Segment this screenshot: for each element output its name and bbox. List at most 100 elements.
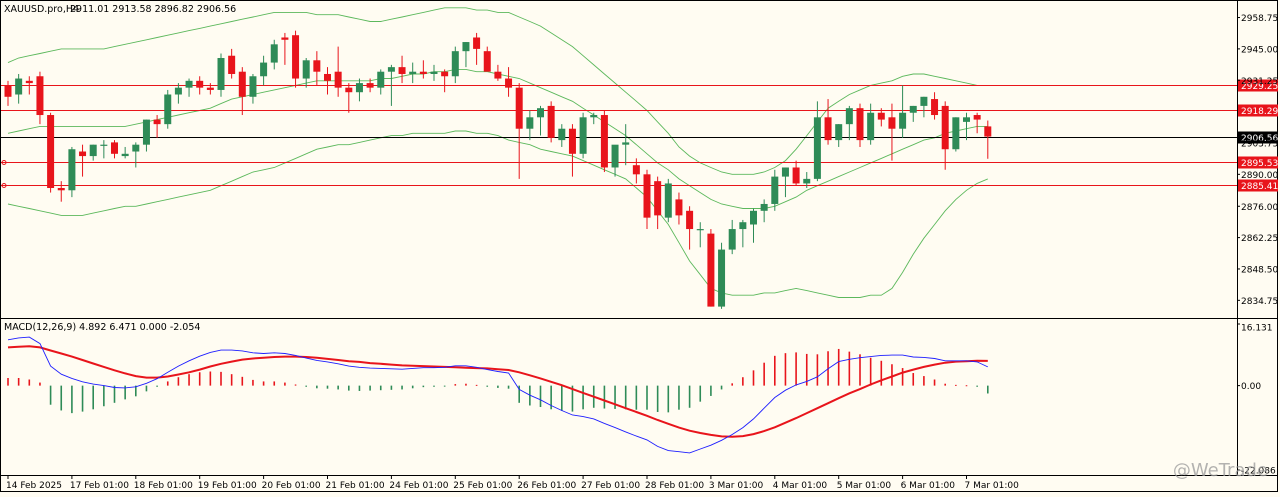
candle [920, 96, 928, 118]
candle [217, 53, 225, 97]
candle [174, 83, 182, 104]
candle [537, 105, 544, 136]
candle-body [473, 37, 481, 49]
bollinger-upper [7, 7, 988, 175]
candle-body [483, 51, 491, 72]
candle-body [79, 151, 87, 157]
candle [750, 208, 757, 243]
candle-body [622, 142, 630, 145]
time-tick-label: 27 Feb 01:00 [581, 481, 640, 491]
candle [654, 176, 662, 230]
candle-body [238, 71, 246, 97]
candle-body [675, 199, 683, 216]
candle-body [867, 112, 875, 141]
macd-pane[interactable] [7, 336, 989, 454]
time-axis: 14 Feb 2025 17 Feb 01:00 18 Feb 01:00 19 Fe… [6, 475, 1019, 491]
candle-body [462, 42, 470, 52]
candle-body [888, 117, 896, 129]
candle [473, 32, 481, 65]
candle [441, 69, 449, 93]
candle-body [739, 222, 747, 230]
candle-body [430, 71, 438, 74]
candle-body [302, 60, 310, 79]
candle [792, 160, 800, 186]
candle [377, 69, 385, 95]
candle-body [952, 117, 960, 150]
candle [931, 92, 939, 120]
candle-body [441, 71, 449, 77]
candle-body [824, 117, 832, 141]
candle [47, 112, 55, 193]
candle-body [515, 87, 523, 129]
candle [228, 48, 236, 79]
watermark-logo: @WeTrade [1172, 460, 1268, 481]
candle-body [526, 117, 534, 129]
candle [206, 83, 214, 95]
chart-canvas: 2929.252918.292895.532885.412906.562958.… [0, 0, 1278, 492]
candle-body [909, 105, 917, 113]
candle [813, 101, 821, 182]
candle-body [89, 144, 97, 157]
candle [686, 206, 694, 250]
candle-body [600, 115, 608, 168]
candle-body [409, 71, 417, 74]
candle-body [132, 144, 140, 152]
price-tick-label: 2862.25 [1241, 234, 1278, 244]
candle-body [185, 80, 193, 88]
candle [164, 89, 172, 129]
time-tick-label: 20 Feb 01:00 [262, 481, 321, 491]
candle-body [686, 210, 694, 230]
candle [643, 169, 651, 230]
candle-body [568, 128, 576, 154]
candle-body [707, 233, 715, 307]
candle [409, 62, 417, 84]
price-tick-label: 2834.75 [1241, 297, 1278, 307]
candle [675, 192, 683, 225]
candle-body [984, 126, 992, 137]
candle-body [121, 153, 129, 157]
chart-symbol-title: XAUUSD.pro,H4 [4, 4, 79, 15]
candle [771, 169, 779, 211]
price-tick-label: 2903.75 [1241, 139, 1278, 149]
candle [760, 199, 768, 223]
candle [739, 219, 747, 248]
price-tick-label: 2931.25 [1241, 77, 1278, 87]
candle-body [47, 115, 55, 189]
candle [579, 112, 587, 159]
candle-body [856, 108, 864, 141]
candle-body [579, 117, 587, 154]
bollinger-lower [7, 130, 988, 298]
candle-body [292, 35, 300, 79]
candle-body [57, 188, 65, 191]
price-pane[interactable] [1, 7, 1237, 309]
candle [718, 242, 726, 309]
candle [132, 142, 140, 168]
candle-body [771, 176, 779, 204]
candle-body [963, 117, 970, 122]
time-tick-label: 18 Feb 01:00 [134, 481, 193, 491]
macd-line-signal [7, 345, 988, 438]
candle [36, 71, 44, 125]
level-tag-2: 2895.53 [1241, 159, 1278, 169]
candle [664, 178, 672, 223]
candlesticks [4, 30, 992, 309]
candle-body [111, 142, 118, 154]
macd-header: MACD(12,26,9) 4.892 6.471 0.000 -2.054 [4, 322, 200, 333]
candle [963, 112, 970, 141]
candle-body [366, 83, 374, 88]
candle-body [25, 80, 33, 84]
candle [270, 39, 278, 70]
candle-body [505, 78, 513, 88]
candle [57, 181, 65, 202]
candle-body [654, 181, 662, 216]
candle [505, 67, 513, 97]
candle-body [345, 87, 353, 93]
macd-lines [7, 336, 988, 454]
candle [707, 229, 715, 307]
candle [249, 73, 257, 104]
candle [590, 112, 598, 125]
candle [430, 64, 438, 81]
candle-body [164, 94, 172, 125]
candle-body [803, 178, 811, 184]
candle [696, 222, 704, 248]
